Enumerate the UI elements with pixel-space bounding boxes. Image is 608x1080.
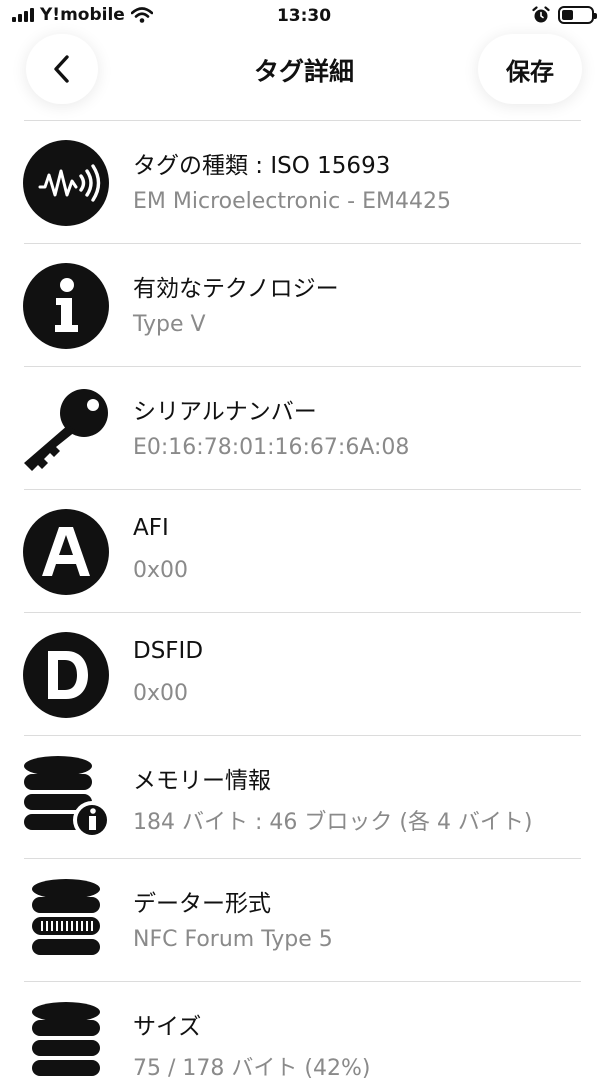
database-size-icon: [22, 1000, 110, 1080]
row-title: タグの種類 : ISO 15693: [133, 153, 391, 179]
list-item-dsfid[interactable]: DSFID 0x00: [0, 613, 608, 736]
row-value: E0:16:78:01:16:67:6A:08: [133, 435, 410, 460]
letter-a-icon: [22, 508, 110, 596]
row-value: 0x00: [133, 558, 189, 583]
list-item-afi[interactable]: AFI 0x00: [0, 490, 608, 613]
row-value: EM Microelectronic - EM4425: [133, 189, 451, 214]
list-item-serial-number[interactable]: シリアルナンバー E0:16:78:01:16:67:6A:08: [0, 367, 608, 490]
list-item-size[interactable]: サイズ 75 / 178 バイト (42%): [0, 982, 608, 1080]
row-value: Type V: [133, 312, 206, 337]
letter-d-icon: [22, 631, 110, 719]
row-title: 有効なテクノロジー: [133, 276, 339, 302]
row-value: NFC Forum Type 5: [133, 927, 333, 952]
save-button[interactable]: 保存: [478, 34, 582, 104]
row-title: メモリー情報: [133, 768, 271, 794]
battery-icon: [558, 6, 597, 24]
row-title: AFI: [133, 515, 169, 541]
row-title: DSFID: [133, 638, 204, 664]
list-item-memory-info[interactable]: メモリー情報 184 バイト : 46 ブロック (各 4 バイト): [0, 736, 608, 859]
row-value: 75 / 178 バイト (42%): [133, 1056, 371, 1080]
row-title: サイズ: [133, 1014, 202, 1040]
list-item-technology[interactable]: 有効なテクノロジー Type V: [0, 244, 608, 367]
database-info-icon: [22, 754, 110, 842]
status-time: 13:30: [276, 6, 332, 26]
database-format-icon: [22, 877, 110, 965]
info-icon: [22, 262, 110, 350]
status-right: [532, 6, 597, 24]
navigation-bar: タグ詳細 保存: [0, 34, 608, 120]
row-value: 0x00: [133, 681, 189, 706]
battery-level: [562, 10, 574, 20]
row-title: データー形式: [133, 891, 271, 917]
nfc-wave-icon: [22, 139, 110, 227]
list-item-tag-type[interactable]: タグの種類 : ISO 15693 EM Microelectronic - E…: [0, 121, 608, 244]
alarm-icon: [532, 6, 550, 23]
status-bar: Y!mobile 13:30: [0, 0, 608, 34]
tag-detail-list: タグの種類 : ISO 15693 EM Microelectronic - E…: [0, 121, 608, 1080]
list-item-data-format[interactable]: データー形式 NFC Forum Type 5: [0, 859, 608, 982]
key-icon: [22, 385, 110, 473]
row-value: 184 バイト : 46 ブロック (各 4 バイト): [133, 810, 533, 835]
row-title: シリアルナンバー: [133, 399, 317, 425]
